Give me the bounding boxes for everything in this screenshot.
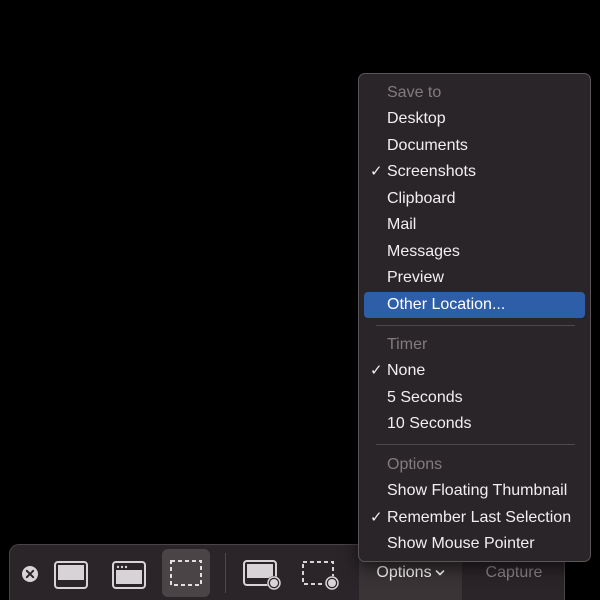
capture-entire-screen-icon[interactable] <box>49 555 93 595</box>
record-entire-screen-icon[interactable] <box>240 555 286 595</box>
chevron-down-icon <box>435 564 445 582</box>
menu-section-header-options: Options <box>387 456 443 473</box>
menu-item-screenshots[interactable]: ✓ Screenshots <box>364 159 585 185</box>
options-button-label: Options <box>376 564 432 581</box>
menu-section-header-save-to: Save to <box>387 84 442 101</box>
menu-separator <box>376 444 575 445</box>
checkmark-icon: ✓ <box>370 362 383 379</box>
menu-item-10-seconds[interactable]: 10 Seconds <box>364 411 585 437</box>
menu-separator <box>376 325 575 326</box>
menu-item-other-location[interactable]: Other Location... <box>364 292 585 318</box>
options-menu: Save to Desktop Documents ✓ Screenshots … <box>358 73 591 562</box>
menu-item-documents[interactable]: Documents <box>364 133 585 159</box>
menu-item-preview[interactable]: Preview <box>364 265 585 291</box>
toolbar-divider <box>225 553 226 593</box>
menu-item-5-seconds[interactable]: 5 Seconds <box>364 385 585 411</box>
menu-item-messages[interactable]: Messages <box>364 239 585 265</box>
capture-button-label: Capture <box>485 564 543 581</box>
menu-item-show-floating-thumbnail[interactable]: Show Floating Thumbnail <box>364 478 585 504</box>
menu-item-desktop[interactable]: Desktop <box>364 106 585 132</box>
capture-selection-icon[interactable] <box>162 549 210 597</box>
menu-item-none[interactable]: ✓ None <box>364 358 585 384</box>
checkmark-icon: ✓ <box>370 509 383 526</box>
menu-section-header-timer: Timer <box>387 336 428 353</box>
menu-item-clipboard[interactable]: Clipboard <box>364 186 585 212</box>
menu-item-mail[interactable]: Mail <box>364 212 585 238</box>
screen: Options Capture Save to Desktop Document… <box>0 0 600 600</box>
capture-window-icon[interactable] <box>107 555 151 595</box>
record-selection-icon[interactable] <box>298 555 344 595</box>
checkmark-icon: ✓ <box>370 163 383 180</box>
close-icon[interactable] <box>20 564 40 584</box>
menu-item-remember-last-selection[interactable]: ✓ Remember Last Selection <box>364 505 585 531</box>
menu-item-show-mouse-pointer[interactable]: Show Mouse Pointer <box>364 531 585 557</box>
